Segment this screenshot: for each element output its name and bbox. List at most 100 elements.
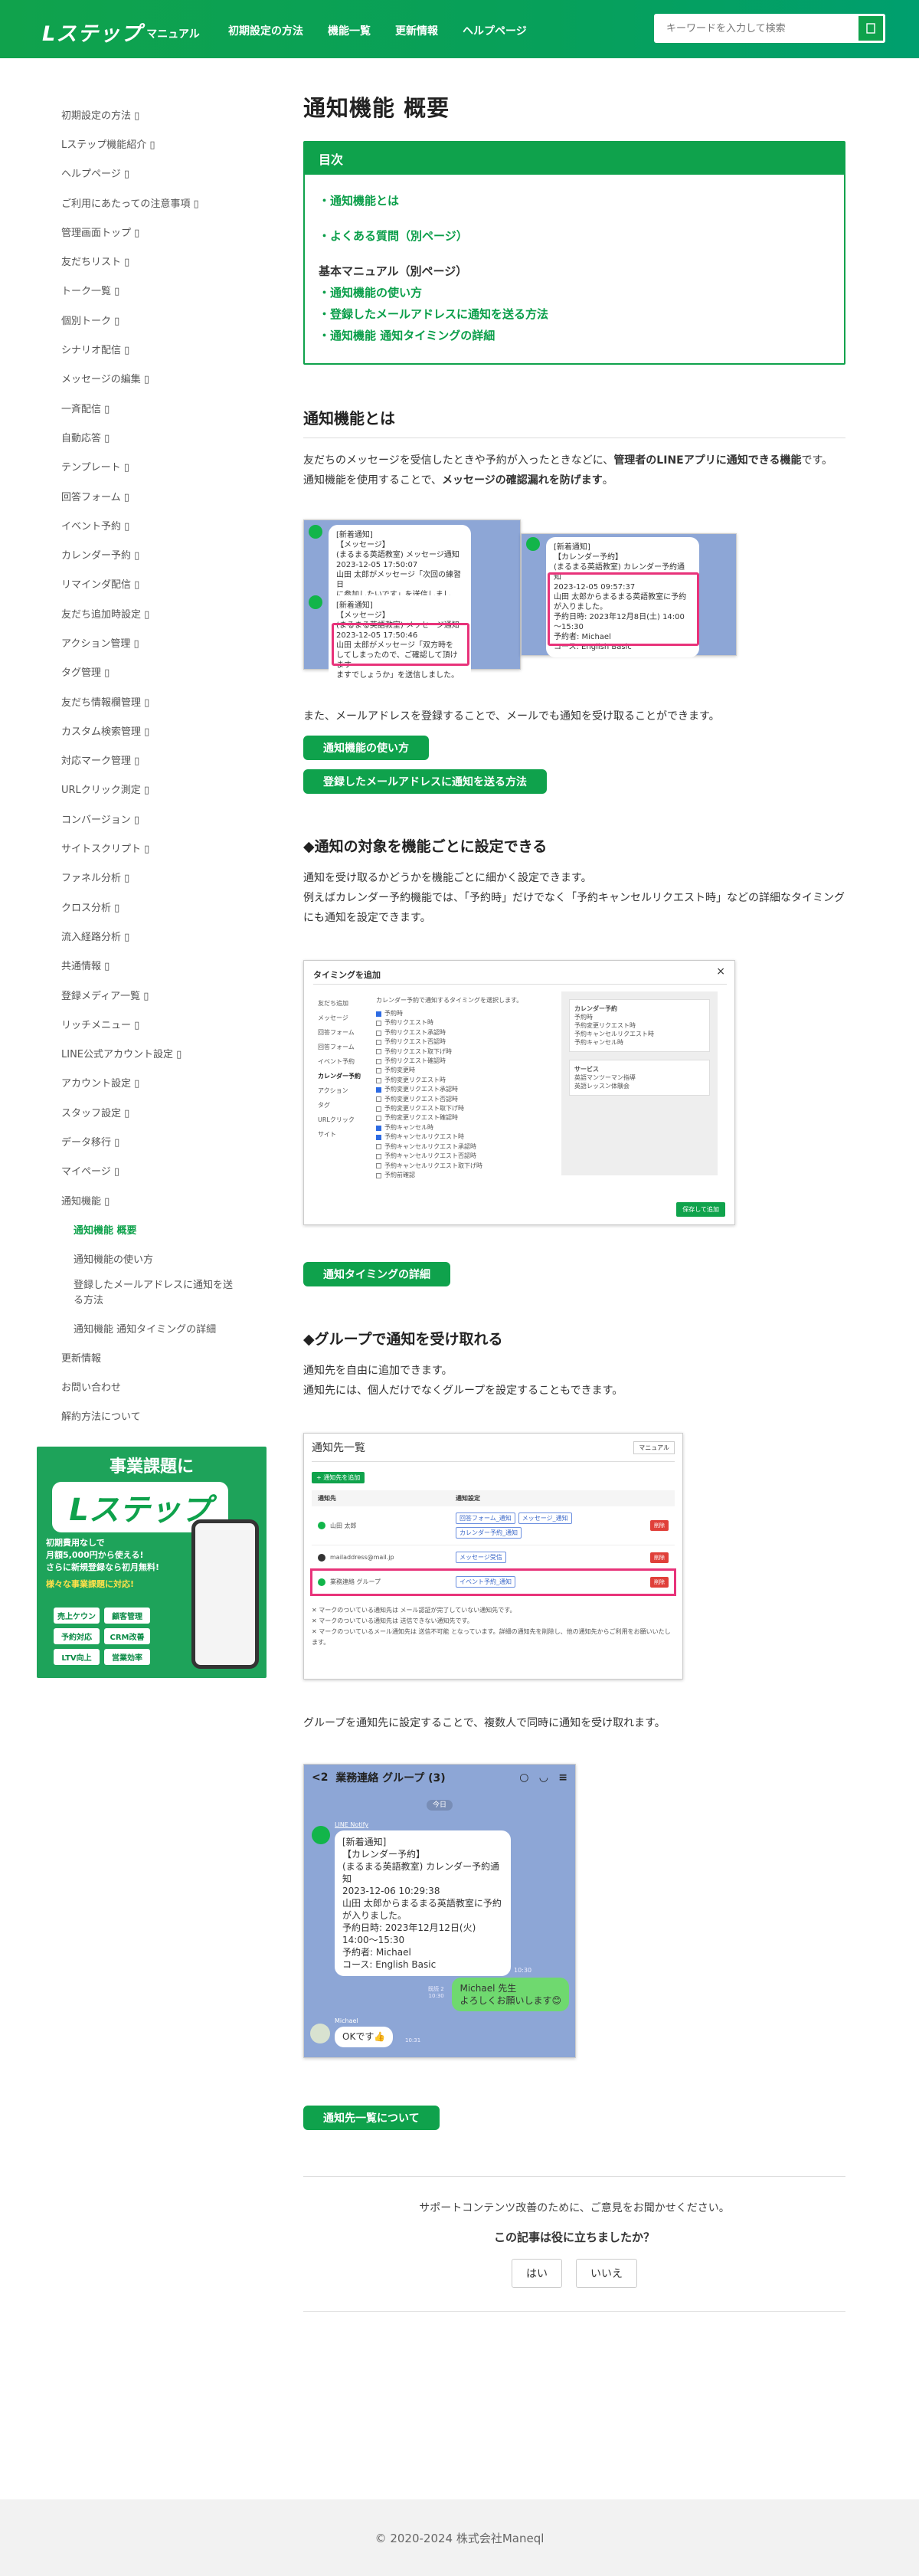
checkbox[interactable] <box>376 1039 381 1045</box>
sidebar-item[interactable]: 流入経路分析 ▯ <box>61 921 260 950</box>
timing-detail-button[interactable]: 通知タイミングの詳細 <box>303 1262 450 1286</box>
checkbox-row[interactable]: 予約リクエスト確認時 <box>376 1057 552 1066</box>
sidebar-item[interactable]: カスタム検索管理 ▯ <box>61 716 260 745</box>
sidebar-item[interactable]: コンバージョン ▯ <box>61 804 260 833</box>
checkbox[interactable] <box>376 1163 381 1169</box>
sidebar-item[interactable]: 回答フォーム ▯ <box>61 481 260 510</box>
modal-menu-item[interactable]: メッセージ <box>318 1011 368 1025</box>
modal-menu-item[interactable]: 回答フォーム <box>318 1025 368 1040</box>
menu-icon[interactable]: ≡ <box>558 1771 567 1784</box>
feedback-yes-button[interactable]: はい <box>512 2259 562 2288</box>
sidebar-item[interactable]: 友だち情報欄管理 ▯ <box>61 687 260 716</box>
checkbox[interactable] <box>376 1153 381 1159</box>
sidebar-item[interactable]: イベント予約 ▯ <box>61 510 260 539</box>
sidebar-item[interactable]: 初期設定の方法 ▯ <box>61 100 260 129</box>
checkbox-row[interactable]: 予約リクエスト時 <box>376 1018 552 1027</box>
checkbox-row[interactable]: 予約変更リクエスト取下げ時 <box>376 1104 552 1113</box>
sidebar-item[interactable]: サイトスクリプト ▯ <box>61 833 260 862</box>
sidebar-item[interactable]: 自動応答 ▯ <box>61 422 260 451</box>
checkbox[interactable] <box>376 1106 381 1112</box>
checkbox[interactable] <box>376 1068 381 1074</box>
modal-menu-item[interactable]: 回答フォーム <box>318 1040 368 1054</box>
search-button[interactable] <box>856 14 885 43</box>
usage-button[interactable]: 通知機能の使い方 <box>303 736 429 760</box>
modal-menu-item[interactable]: カレンダー予約 <box>318 1069 368 1083</box>
modal-menu-item[interactable]: イベント予約 <box>318 1054 368 1069</box>
modal-menu-item[interactable]: アクション <box>318 1083 368 1098</box>
checkbox-row[interactable]: 予約変更リクエスト否認時 <box>376 1095 552 1104</box>
sidebar-item[interactable]: 解約方法について <box>61 1401 260 1431</box>
checkbox[interactable] <box>376 1144 381 1150</box>
sidebar-item[interactable]: お問い合わせ <box>61 1372 260 1401</box>
sidebar-item[interactable]: マイページ ▯ <box>61 1156 260 1185</box>
checkbox[interactable] <box>376 1134 381 1140</box>
sidebar-subitem[interactable]: 登録したメールアドレスに通知を送る方法 <box>61 1273 237 1313</box>
sidebar-item[interactable]: データ移行 ▯ <box>61 1126 260 1155</box>
checkbox[interactable] <box>376 1011 381 1017</box>
sidebar-item[interactable]: 対応マーク管理 ▯ <box>61 746 260 775</box>
checkbox-row[interactable]: 予約時 <box>376 1009 552 1018</box>
modal-menu-item[interactable]: サイト <box>318 1127 368 1142</box>
call-icon[interactable]: ◡ <box>539 1771 548 1784</box>
sidebar-item[interactable]: スタッフ設定 ▯ <box>61 1097 260 1126</box>
checkbox[interactable] <box>376 1021 381 1027</box>
close-icon[interactable]: × <box>716 965 725 978</box>
checkbox-row[interactable]: 予約リクエスト取下げ時 <box>376 1047 552 1057</box>
sidebar-item[interactable]: リッチメニュー ▯ <box>61 1009 260 1038</box>
delete-button[interactable]: 削除 <box>650 1520 669 1531</box>
sidebar-item[interactable]: アカウント設定 ▯ <box>61 1068 260 1097</box>
back-icon[interactable]: < <box>312 1771 321 1784</box>
sidebar-item[interactable]: リマインダ配信 ▯ <box>61 569 260 598</box>
sidebar-subitem[interactable]: 通知機能 通知タイミングの詳細 <box>61 1313 260 1342</box>
checkbox-row[interactable]: 予約キャンセルリクエスト否認時 <box>376 1152 552 1161</box>
sidebar-item[interactable]: ファネル分析 ▯ <box>61 863 260 892</box>
sidebar-item[interactable]: トーク一覧 ▯ <box>61 276 260 305</box>
delete-button[interactable]: 削除 <box>650 1552 669 1563</box>
sidebar-item[interactable]: 共通情報 ▯ <box>61 951 260 980</box>
sidebar-item[interactable]: 一斉配信 ▯ <box>61 393 260 422</box>
checkbox[interactable] <box>376 1049 381 1055</box>
search-icon[interactable]: ○ <box>519 1771 528 1784</box>
checkbox[interactable] <box>376 1077 381 1083</box>
checkbox[interactable] <box>376 1030 381 1036</box>
sidebar-item[interactable]: カレンダー予約 ▯ <box>61 539 260 569</box>
sidebar-item[interactable]: ヘルプページ ▯ <box>61 159 260 188</box>
checkbox-row[interactable]: 予約キャンセルリクエスト承認時 <box>376 1142 552 1152</box>
confirm-button[interactable]: 保存して追加 <box>676 1202 725 1217</box>
modal-menu-item[interactable]: URLクリック <box>318 1113 368 1127</box>
sidebar-item[interactable]: 更新情報 <box>61 1342 260 1372</box>
checkbox-row[interactable]: 予約キャンセルリクエスト取下げ時 <box>376 1162 552 1171</box>
sidebar-item[interactable]: 友だちリスト ▯ <box>61 246 260 275</box>
search-input[interactable] <box>654 14 856 43</box>
checkbox-row[interactable]: 予約変更リクエスト承認時 <box>376 1085 552 1094</box>
sidebar-item[interactable]: LINE公式アカウント設定 ▯ <box>61 1039 260 1068</box>
checkbox-row[interactable]: 予約キャンセル時 <box>376 1123 552 1132</box>
sidebar-subitem[interactable]: 通知機能の使い方 <box>61 1244 260 1273</box>
checkbox-row[interactable]: 予約キャンセルリクエスト時 <box>376 1132 552 1142</box>
checkbox[interactable] <box>376 1172 381 1178</box>
sidebar-item[interactable]: シナリオ配信 ▯ <box>61 334 260 363</box>
manual-button[interactable]: マニュアル <box>633 1440 675 1454</box>
delete-button[interactable]: 削除 <box>650 1576 669 1588</box>
sidebar-item[interactable]: テンプレート ▯ <box>61 452 260 481</box>
lstep-banner[interactable]: 事業課題に Lステップ 初期費用なしで 月額5,000円から使える! さらに新規登録… <box>37 1447 267 1678</box>
checkbox[interactable] <box>376 1116 381 1122</box>
nav-features[interactable]: 機能一覧 <box>328 23 371 38</box>
sidebar-item[interactable]: Lステップ機能紹介 ▯ <box>61 129 260 158</box>
sidebar-item[interactable]: ご利用にあたっての注意事項 ▯ <box>61 188 260 217</box>
nav-help[interactable]: ヘルプページ <box>463 23 527 38</box>
checkbox-row[interactable]: 予約リクエスト承認時 <box>376 1028 552 1037</box>
toc-link-faq[interactable]: ・よくある質問（別ページ） <box>319 225 830 247</box>
checkbox-row[interactable]: 予約変更リクエスト時 <box>376 1076 552 1085</box>
toc-link-about[interactable]: ・通知機能とは <box>319 190 830 211</box>
checkbox-row[interactable]: 予約変更時 <box>376 1066 552 1075</box>
feedback-no-button[interactable]: いいえ <box>576 2259 637 2288</box>
modal-menu-item[interactable]: タグ <box>318 1098 368 1113</box>
toc-link-usage[interactable]: ・通知機能の使い方 <box>319 282 830 303</box>
sidebar-item[interactable]: 登録メディア一覧 ▯ <box>61 980 260 1009</box>
sidebar-item[interactable]: タグ管理 ▯ <box>61 657 260 687</box>
checkbox[interactable] <box>376 1096 381 1103</box>
sidebar-item[interactable]: 友だち追加時設定 ▯ <box>61 598 260 628</box>
checkbox-row[interactable]: 予約変更リクエスト確認時 <box>376 1113 552 1122</box>
add-notify-button[interactable]: + 通知先を追加 <box>312 1472 365 1483</box>
